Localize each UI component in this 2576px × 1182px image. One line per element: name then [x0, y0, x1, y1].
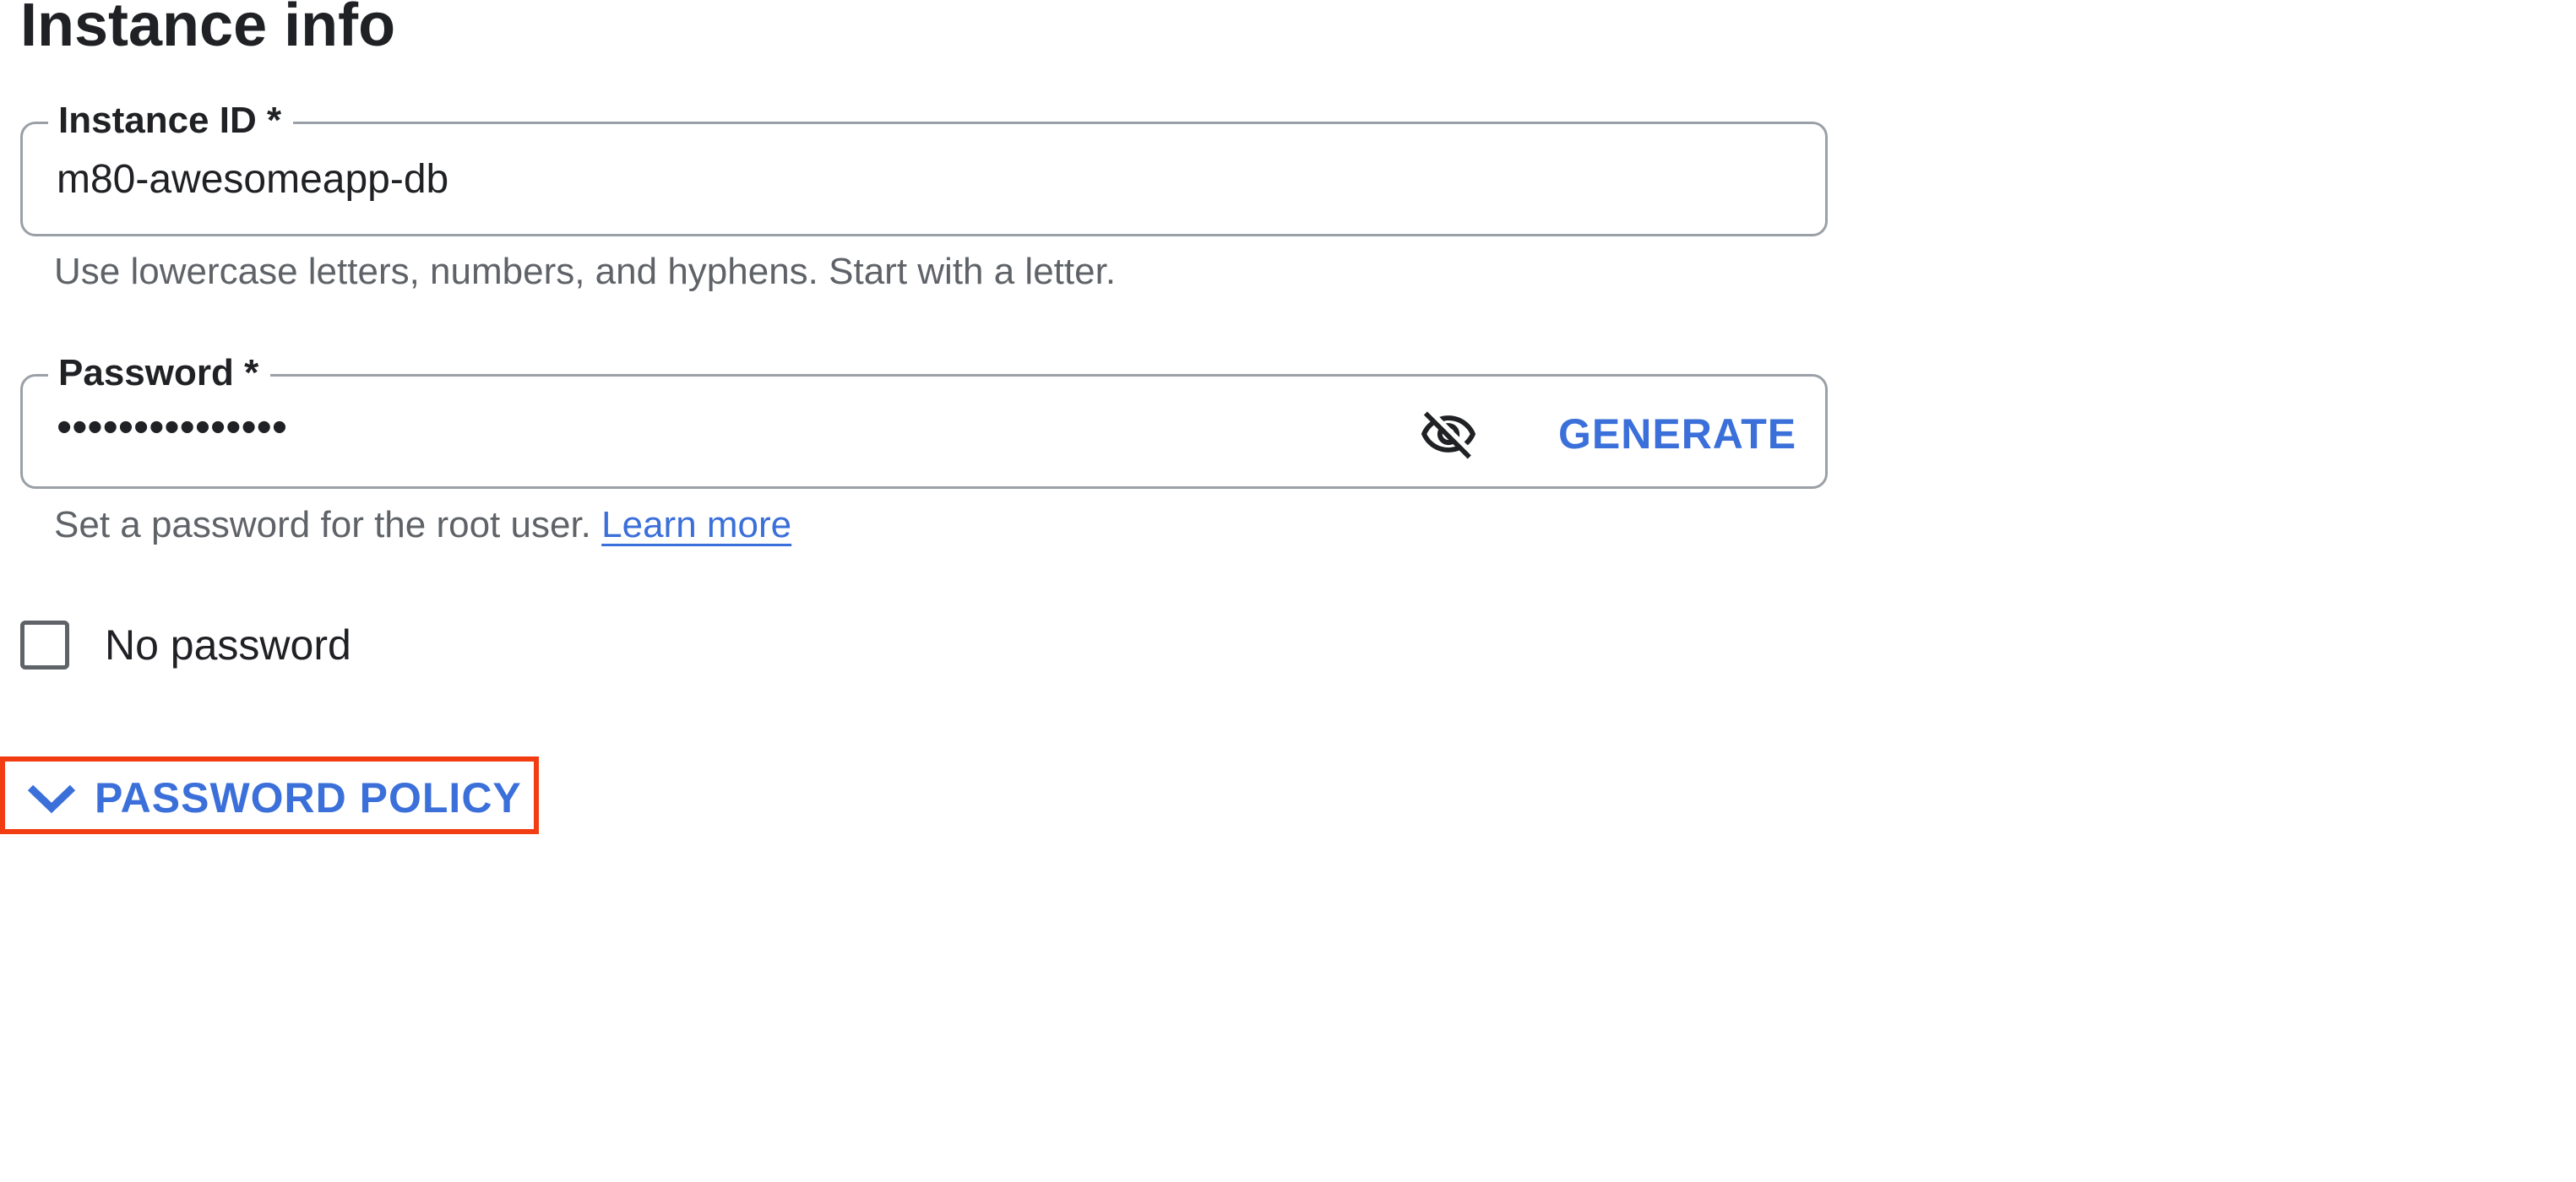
no-password-label[interactable]: No password: [105, 618, 351, 672]
chevron-down-icon: [27, 784, 76, 814]
password-input[interactable]: •••••••••••••••: [57, 402, 287, 453]
no-password-checkbox[interactable]: [20, 621, 69, 670]
password-hint: Set a password for the root user. Learn …: [54, 502, 791, 549]
instance-id-field[interactable]: Instance ID * m80-awesomeapp-db: [20, 97, 1828, 236]
instance-id-input[interactable]: m80-awesomeapp-db: [57, 155, 448, 205]
generate-password-button[interactable]: GENERATE: [1550, 402, 1805, 466]
instance-id-hint: Use lowercase letters, numbers, and hyph…: [54, 251, 1117, 292]
eye-off-icon[interactable]: [1416, 404, 1481, 464]
instance-info-form: Instance info Instance ID * m80-awesomea…: [0, 0, 2576, 1182]
section-title: Instance info: [20, 0, 396, 59]
password-label: Password *: [48, 350, 271, 397]
learn-more-link[interactable]: Learn more: [601, 504, 791, 545]
instance-id-label: Instance ID *: [48, 97, 294, 144]
password-field[interactable]: Password * ••••••••••••••• GENERATE: [20, 350, 1828, 489]
password-hint-text: Set a password for the root user.: [54, 504, 591, 545]
password-policy-button[interactable]: PASSWORD POLICY: [25, 770, 522, 826]
password-policy-label[interactable]: PASSWORD POLICY: [95, 770, 522, 826]
no-password-option[interactable]: No password: [20, 618, 351, 672]
